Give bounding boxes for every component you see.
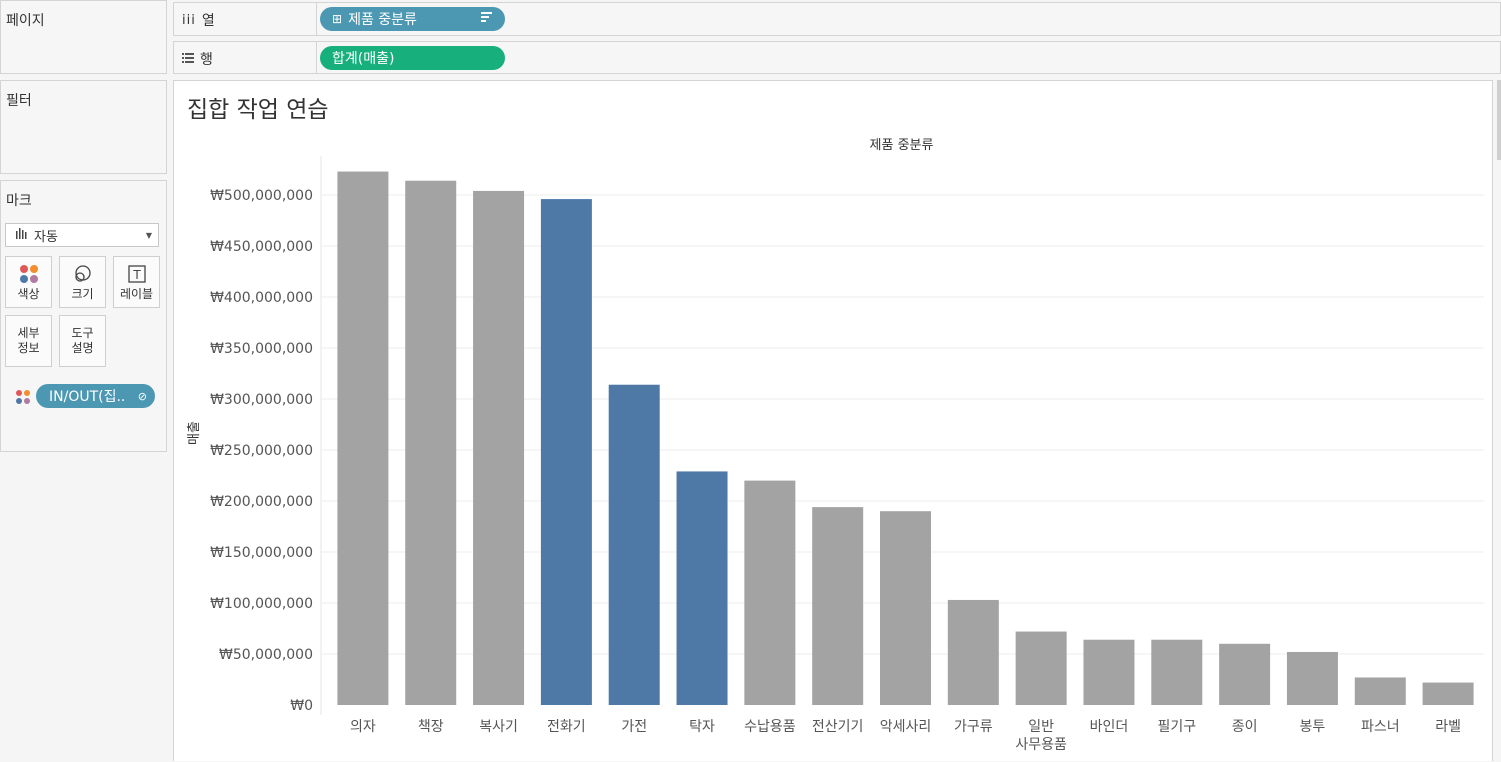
y-tick-label: ₩350,000,000 [210, 341, 313, 357]
rows-label: 행 [200, 52, 213, 68]
shelf-divider [316, 3, 317, 35]
detail-button-label: 세부 정보 [17, 326, 40, 355]
x-tick-label: 전화기 [547, 719, 586, 735]
tooltip-button-label: 도구 설명 [71, 326, 94, 355]
color-button[interactable]: 색상 [5, 256, 52, 308]
y-axis-title: 매출 [187, 421, 202, 445]
bar [1015, 631, 1067, 705]
y-tick-label: ₩400,000,000 [210, 290, 313, 306]
shelf-divider [316, 42, 317, 73]
in-out-set-pill[interactable]: IN/OUT(집.. ⊘ [36, 384, 155, 408]
x-tick-label: 전산기기 [812, 719, 864, 735]
bar [812, 507, 864, 705]
rows-shelf[interactable]: 행 합계(매출) [173, 41, 1501, 74]
x-tick-label: 악세사리 [880, 719, 932, 735]
chevron-down-icon: ▼ [145, 231, 152, 240]
y-tick-label: ₩450,000,000 [210, 239, 313, 255]
label-button[interactable]: T 레이블 [113, 256, 160, 308]
bar-chart-icon [16, 227, 28, 243]
color-palette-icon [19, 263, 39, 285]
text-label-icon: T [127, 263, 146, 285]
expand-plus-icon: ⊞ [332, 12, 343, 26]
x-tick-label: 가구류 [954, 719, 993, 735]
color-button-label: 색상 [17, 286, 40, 301]
in-out-set-pill-label: IN/OUT(집.. [49, 389, 126, 405]
bar-chart: ₩0 ₩50,000,000 ₩100,000,000 ₩150,000,000 ₩20… [187, 156, 1484, 753]
marks-panel: 마크 자동 ▼ 색상 크기 T 레이블 세부 정보 도구 설명 IN/OUT(집… [0, 180, 167, 452]
bar [1151, 639, 1203, 705]
x-tick-label: 의자 [350, 719, 376, 735]
y-tick-label: ₩0 [290, 698, 313, 714]
label-button-label: 레이블 [119, 286, 154, 301]
columns-shelf-label: iii 열 [182, 10, 215, 30]
x-tick-label: 종이 [1232, 719, 1258, 735]
tooltip-button[interactable]: 도구 설명 [59, 315, 106, 367]
y-tick-label: ₩150,000,000 [210, 545, 313, 561]
rows-shelf-label: 행 [182, 49, 213, 69]
bar [744, 480, 796, 705]
size-button-label: 크기 [71, 286, 94, 301]
bar [1219, 643, 1271, 705]
columns-shelf[interactable]: iii 열 ⊞ 제품 중분류 [173, 2, 1501, 36]
svg-text:T: T [132, 268, 141, 282]
size-button[interactable]: 크기 [59, 256, 106, 308]
column-pill-label: 제품 중분류 [348, 12, 417, 28]
bar [880, 511, 931, 705]
x-tick-label: 수납용품 [744, 719, 796, 735]
bar [405, 180, 457, 706]
x-tick-label: 봉투 [1300, 719, 1326, 735]
bar [947, 599, 999, 705]
x-tick-label: 파스너 [1361, 719, 1400, 735]
y-tick-label: ₩200,000,000 [210, 494, 313, 510]
x-tick-label: 일반 [1028, 719, 1054, 735]
y-tick-label: ₩50,000,000 [219, 647, 313, 663]
x-tick-label: 라벨 [1435, 719, 1461, 735]
sort-descending-icon[interactable] [481, 10, 493, 28]
y-tick-label: ₩250,000,000 [210, 443, 313, 459]
x-tick-label: 책장 [418, 719, 444, 735]
bar [1083, 639, 1135, 705]
rows-icon [182, 51, 194, 67]
x-tick-label: 복사기 [479, 719, 518, 735]
bar [337, 171, 389, 705]
y-tick-label: ₩500,000,000 [210, 188, 313, 204]
filters-title: 필터 [6, 93, 32, 109]
bar [1422, 682, 1474, 705]
size-circles-icon [73, 263, 93, 285]
bar [473, 190, 525, 706]
mark-type-value: 자동 [34, 229, 58, 245]
x-tick-label: 사무용품 [1015, 737, 1067, 753]
set-link-icon: ⊘ [137, 389, 147, 403]
x-tick-label: 가전 [621, 719, 647, 735]
bar [1354, 677, 1406, 705]
color-dots-icon [15, 389, 31, 409]
bar [608, 384, 660, 705]
row-pill-label: 합계(매출) [332, 51, 395, 67]
viz-area: 집합 작업 연습 제품 중분류 ₩0 ₩50,000,000 ₩100,000,00… [173, 80, 1493, 761]
scrollbar[interactable] [1497, 80, 1501, 160]
pages-panel: 페이지 [0, 0, 167, 74]
detail-button[interactable]: 세부 정보 [5, 315, 52, 367]
x-tick-label: 바인더 [1090, 719, 1129, 735]
bar [676, 471, 728, 705]
x-tick-label: 탁자 [689, 719, 715, 735]
y-tick-label: ₩100,000,000 [210, 596, 313, 612]
bar [540, 199, 592, 705]
pages-title: 페이지 [6, 13, 45, 29]
y-tick-label: ₩300,000,000 [210, 392, 313, 408]
columns-icon: iii [182, 12, 196, 28]
bar [1286, 651, 1338, 705]
column-pill[interactable]: ⊞ 제품 중분류 [320, 7, 505, 31]
columns-label: 열 [201, 13, 215, 29]
x-tick-label: 필기구 [1157, 719, 1196, 735]
marks-title: 마크 [6, 193, 32, 209]
filters-panel[interactable]: 필터 [0, 80, 167, 174]
row-pill[interactable]: 합계(매출) [320, 46, 505, 70]
mark-type-select[interactable]: 자동 ▼ [5, 223, 159, 247]
